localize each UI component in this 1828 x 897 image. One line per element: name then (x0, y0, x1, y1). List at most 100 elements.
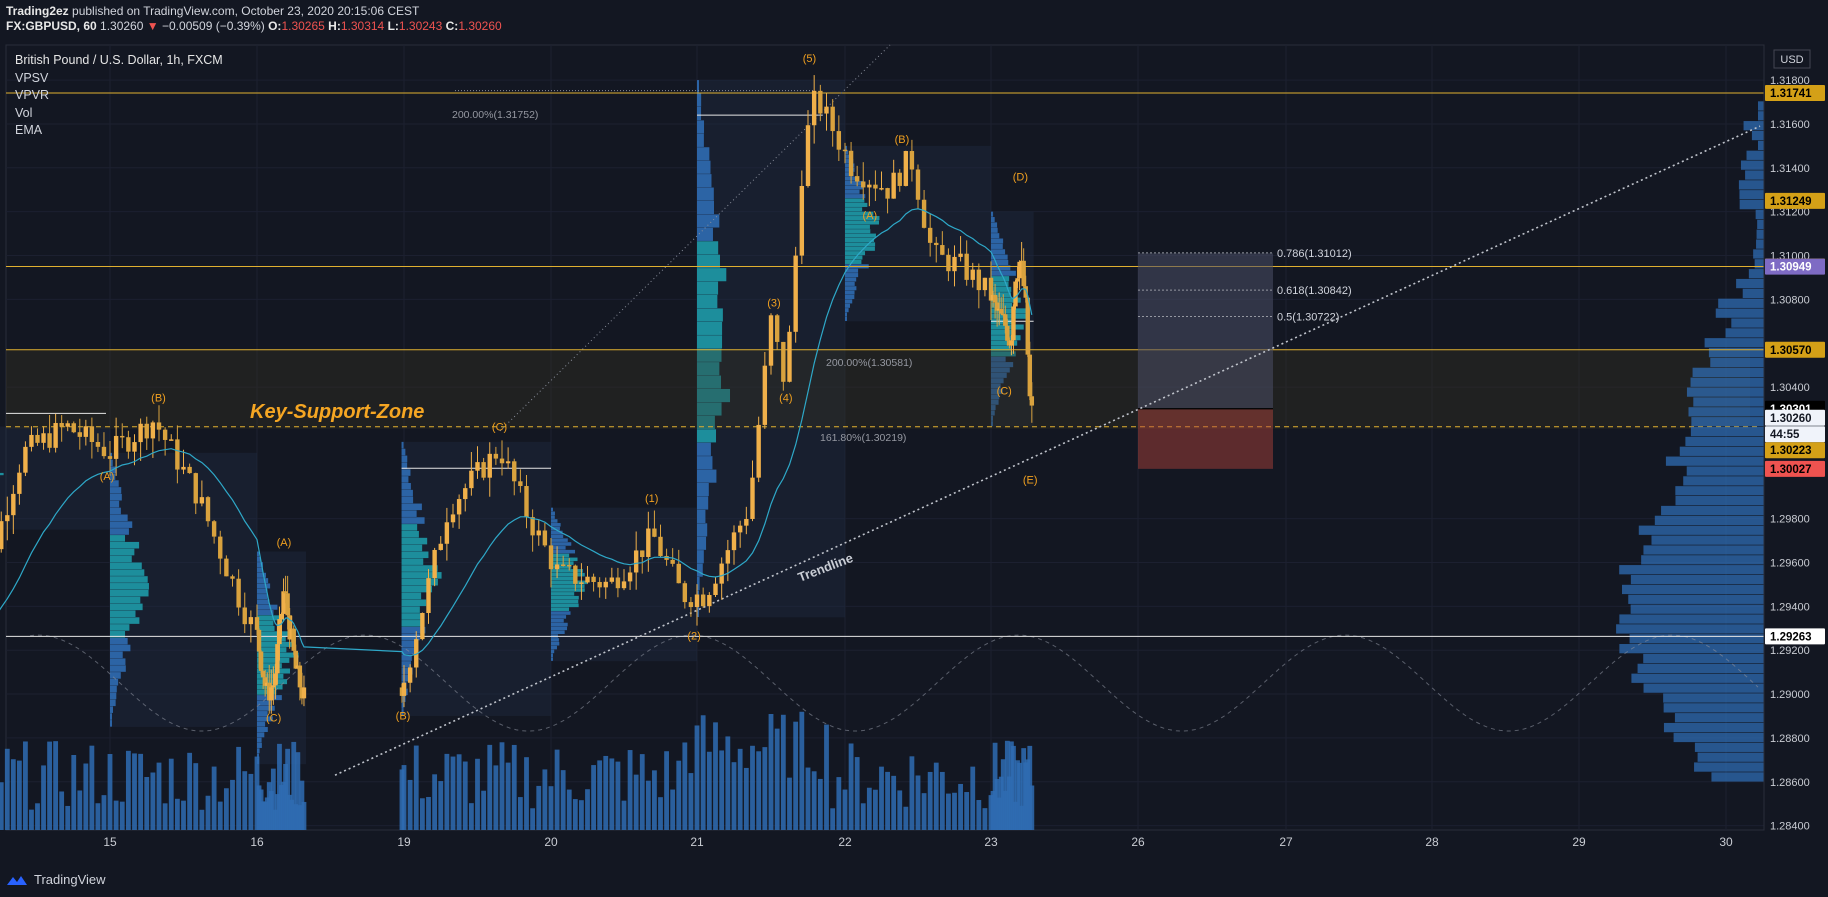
volume-bar (848, 743, 854, 830)
key-support-zone-label: Key-Support-Zone (250, 401, 424, 423)
vpvr-bar (1756, 239, 1764, 249)
candle-body (713, 583, 718, 596)
vpvr-bar (1685, 436, 1764, 447)
vpvr-bar (1638, 525, 1764, 535)
volume-bar (217, 801, 223, 830)
volume-bar (401, 765, 407, 830)
profile-bar (257, 726, 268, 733)
profile-bar (845, 185, 864, 190)
profile-bar (845, 316, 847, 321)
vpvr-bar (1619, 565, 1764, 575)
profile-bar (257, 594, 268, 600)
volume-bar (652, 770, 657, 830)
wave-label: (D) (1013, 172, 1028, 184)
vpvr-bar (1651, 535, 1764, 545)
candle-body (224, 558, 229, 577)
footer-brand[interactable]: TradingView (6, 872, 106, 887)
indicator-vpsv[interactable]: VPSV (15, 70, 223, 88)
candle-body (781, 341, 786, 382)
candle-body (71, 423, 76, 433)
volume-bar (664, 751, 669, 830)
profile-bar (845, 251, 866, 256)
indicator-vol[interactable]: Vol (15, 105, 223, 123)
x-tick-label: 27 (1279, 835, 1293, 849)
candle-body (120, 435, 125, 438)
vpvr-bar (1630, 604, 1764, 614)
y-tick-label: 1.28800 (1770, 733, 1810, 745)
profile-bar (551, 595, 579, 600)
profile-bar (845, 180, 864, 186)
candle-body (83, 426, 89, 437)
profile-bar (110, 651, 123, 659)
candle-body (297, 665, 303, 688)
vpvr-bar (1629, 634, 1764, 644)
wave-label: (C) (997, 385, 1012, 397)
candle-body (842, 149, 848, 152)
profile-bar (110, 589, 149, 597)
profile-bar (991, 243, 1003, 249)
candle-body (218, 536, 223, 559)
vpvr-bar (1756, 229, 1764, 239)
volume-bar (958, 783, 963, 830)
profile-bar (697, 523, 708, 537)
volume-bar (481, 790, 487, 830)
candle-body (694, 594, 700, 608)
volume-bar (23, 741, 28, 830)
profile-bar (551, 576, 575, 581)
vpvr-bar (1690, 377, 1764, 387)
profile-bar (845, 202, 868, 207)
profile-bar (257, 748, 260, 754)
y-tick-label: 1.31600 (1770, 119, 1810, 131)
vpvr-bar (1739, 199, 1764, 210)
candle-body (432, 549, 437, 579)
profile-bar (110, 692, 117, 700)
candle-body (242, 607, 247, 625)
profile-bar (401, 702, 404, 709)
candle-body (591, 576, 596, 583)
volume-bar (615, 761, 621, 830)
volume-bar (774, 728, 780, 830)
profile-bar (110, 665, 126, 672)
wave-label: (B) (396, 710, 411, 722)
volume-bar (787, 777, 792, 830)
volume-bar (223, 788, 229, 830)
volume-bar (811, 771, 817, 830)
candle-body (793, 255, 798, 332)
volume-bar (793, 721, 799, 830)
volume-bar (205, 795, 211, 830)
candle-body (762, 365, 768, 425)
profile-bar (551, 611, 571, 615)
profile-bar (697, 482, 709, 497)
profile-bar (110, 514, 128, 522)
profile-bar (401, 489, 413, 497)
indicator-ema[interactable]: EMA (15, 122, 223, 140)
chart-canvas[interactable]: 0.786(1.31012) 0.618(1.30842) 0.5(1.30722)… (0, 0, 1828, 897)
candle-body (1027, 354, 1032, 397)
candle-body (144, 423, 149, 439)
candle-body (1013, 281, 1018, 307)
vpvr-bar (1711, 772, 1764, 782)
volume-bar (432, 774, 438, 830)
profile-bar (551, 645, 557, 650)
profile-bar (845, 242, 876, 247)
vpvr-bar (1758, 101, 1764, 111)
candle-body (940, 245, 945, 255)
volume-bar (236, 746, 242, 830)
profile-bar (697, 536, 707, 550)
profile-bar (401, 620, 423, 627)
profile-bar (551, 657, 553, 661)
profile-bar (551, 622, 568, 627)
candle-body (29, 434, 34, 447)
indicator-vpvr[interactable]: VPVR (15, 87, 223, 105)
price-badge-label: 1.31249 (1770, 196, 1812, 208)
vpvr-bar (1740, 160, 1764, 170)
candle-body (879, 188, 884, 190)
candle-body (481, 462, 486, 478)
candle-body (59, 423, 64, 427)
volume-bar (456, 754, 462, 830)
profile-bar (401, 565, 438, 572)
profile-bar (257, 604, 278, 610)
profile-bar (845, 255, 863, 260)
profile-bar (257, 721, 266, 727)
profile-bar (697, 241, 719, 255)
